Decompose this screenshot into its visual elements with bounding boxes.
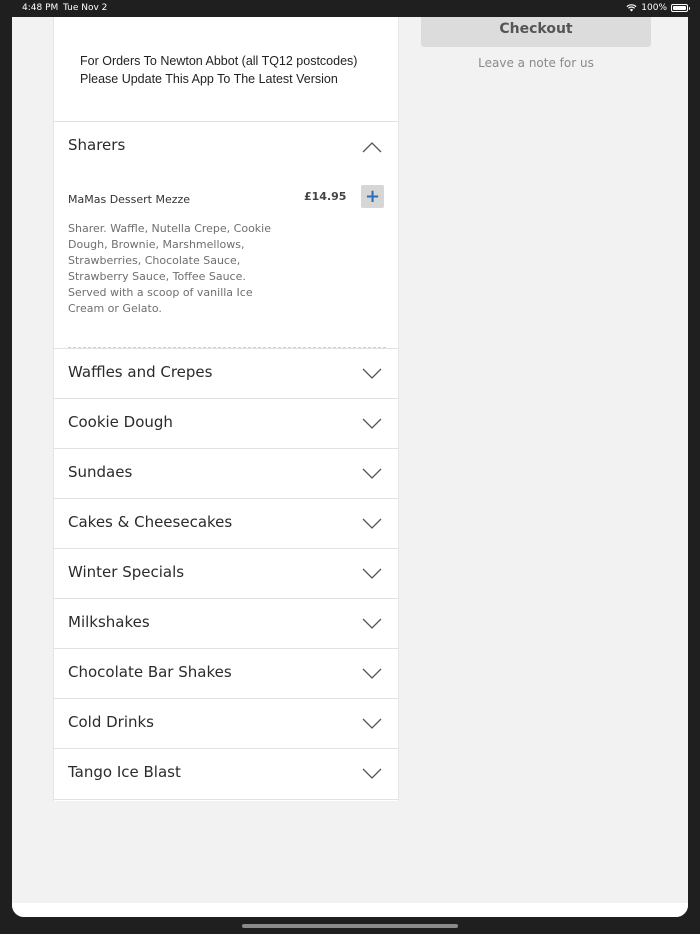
order-sheet: For Orders To Newton Abbot (all TQ12 pos… (12, 17, 688, 917)
section-label: Chocolate Bar Shakes (68, 663, 232, 681)
section-chocolate-bar-shakes[interactable]: Chocolate Bar Shakes (54, 648, 398, 698)
chevron-down-icon (362, 518, 382, 529)
menu-item-price: £14.95 (304, 190, 347, 203)
leave-note-link[interactable]: Leave a note for us (421, 56, 651, 70)
menu-panel: For Orders To Newton Abbot (all TQ12 pos… (53, 17, 399, 801)
app-update-notice: For Orders To Newton Abbot (all TQ12 pos… (80, 52, 380, 88)
section-label: Cakes & Cheesecakes (68, 513, 233, 531)
section-label: Cold Drinks (68, 713, 155, 731)
menu-item-name[interactable]: MaMas Dessert Mezze (68, 193, 190, 206)
chevron-down-icon (362, 768, 382, 779)
section-sundaes[interactable]: Sundaes (54, 448, 398, 498)
section-label: Sharers (68, 136, 126, 154)
battery-icon (671, 4, 690, 12)
section-label: Tango Ice Blast (68, 763, 181, 781)
section-winter-specials[interactable]: Winter Specials (54, 548, 398, 598)
section-milkshakes[interactable]: Milkshakes (54, 598, 398, 648)
section-label: Winter Specials (68, 563, 185, 581)
chevron-down-icon (362, 468, 382, 479)
section-cookie-dough[interactable]: Cookie Dough (54, 398, 398, 448)
chevron-down-icon (362, 668, 382, 679)
chevron-down-icon (362, 368, 382, 379)
status-time: 4:48 PM (22, 3, 59, 13)
add-to-cart-button[interactable]: + (361, 185, 384, 208)
status-right: 100% (626, 3, 690, 13)
status-date: Tue Nov 2 (63, 3, 108, 13)
section-label: Waffles and Crepes (68, 363, 213, 381)
home-indicator[interactable] (242, 924, 458, 928)
wifi-icon (626, 4, 637, 12)
chevron-down-icon (362, 568, 382, 579)
status-bar: 4:48 PM Tue Nov 2 100% (0, 0, 700, 17)
section-tango-ice-blast[interactable]: Tango Ice Blast (54, 748, 398, 800)
section-label: Milkshakes (68, 613, 150, 631)
sheet-bottom-edge (12, 903, 688, 917)
section-waffles-and-crepes[interactable]: Waffles and Crepes (54, 348, 398, 398)
chevron-down-icon (362, 418, 382, 429)
menu-item-description: Sharer. Waffle, Nutella Crepe, Cookie Do… (68, 222, 271, 315)
section-label: Cookie Dough (68, 413, 173, 431)
chevron-down-icon (362, 718, 382, 729)
notice-line-2: Please Update This App To The Latest Ver… (80, 72, 338, 86)
checkout-button[interactable]: Checkout (421, 17, 651, 47)
chevron-down-icon (362, 618, 382, 629)
section-cakes-cheesecakes[interactable]: Cakes & Cheesecakes (54, 498, 398, 548)
section-cold-drinks[interactable]: Cold Drinks (54, 698, 398, 748)
section-label: Sundaes (68, 463, 133, 481)
chevron-up-icon (362, 142, 382, 153)
battery-percent: 100% (641, 3, 667, 13)
notice-line-1: For Orders To Newton Abbot (all TQ12 pos… (80, 54, 358, 68)
